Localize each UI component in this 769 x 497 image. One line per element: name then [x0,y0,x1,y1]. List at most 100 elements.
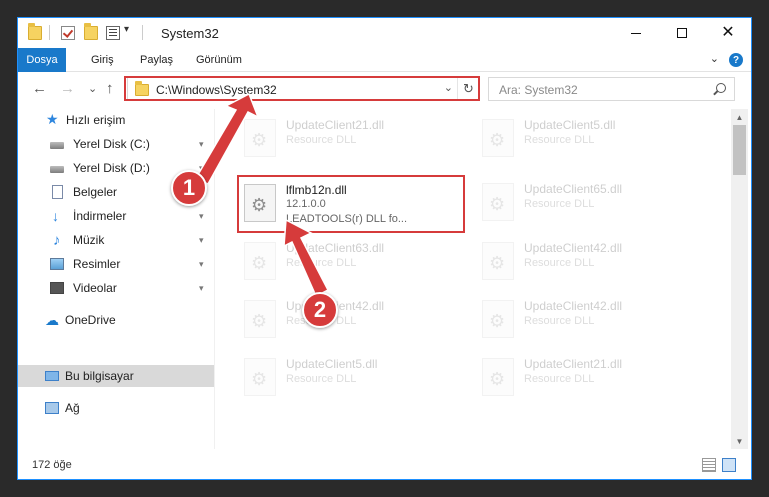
onedrive-icon: ☁ [45,312,59,328]
pin-icon: ▾ [199,139,204,149]
recent-locations-button[interactable]: ⌄ [88,82,97,95]
help-icon[interactable]: ? [729,53,743,67]
scroll-down-arrow-icon[interactable]: ▼ [731,433,748,449]
pin-icon: ▾ [199,259,204,269]
tab-file[interactable]: Dosya [18,48,66,72]
sidebar-item-local-disk-c[interactable]: Yerel Disk (C:) ▾ [18,133,214,155]
sidebar-item-label: Yerel Disk (D:) [73,161,150,175]
sidebar-item-label: Yerel Disk (C:) [73,137,150,151]
sidebar-item-quick-access[interactable]: ★ Hızlı erişim [18,109,214,131]
large-icons-view-icon[interactable] [722,458,736,472]
sidebar-item-label: Belgeler [73,185,118,199]
dll-file-icon [244,358,276,396]
network-icon [45,402,59,414]
title-bar: ▾ System32 ✕ [18,18,751,48]
tab-view[interactable]: Görünüm [196,54,242,66]
close-icon: ✕ [721,24,735,41]
ribbon: Dosya Giriş Paylaş Görünüm ⌄ ? [18,48,751,72]
file-name: UpdateClient63.dll [286,241,385,255]
drive-icon [50,166,64,173]
music-icon: ♪ [53,232,61,249]
pin-icon: ▾ [199,283,204,293]
tab-share[interactable]: Paylaş [140,54,173,66]
file-type: Resource DLL [524,198,595,210]
file-name: UpdateClient5.dll [524,118,616,132]
file-item[interactable]: UpdateClient21.dll Resource DLL [238,113,468,161]
search-box[interactable]: Ara: System32 [488,77,735,101]
expand-ribbon-icon[interactable]: ⌄ [710,52,719,65]
close-button[interactable]: ✕ [705,18,751,48]
dll-file-icon [482,183,514,221]
file-name: UpdateClient21.dll [524,357,623,371]
file-type: Resource DLL [524,134,595,146]
file-name: UpdateClient42.dll [524,241,623,255]
this-pc-icon [45,371,59,381]
drive-icon [50,142,64,149]
file-type: Resource DLL [524,315,595,327]
sidebar-item-onedrive[interactable]: ☁ OneDrive [18,309,214,331]
navigation-pane: ★ Hızlı erişim Yerel Disk (C:) ▾ Yerel D… [18,109,214,449]
sidebar-item-label: Hızlı erişim [66,113,126,127]
file-item[interactable]: UpdateClient5.dll Resource DLL [238,352,468,400]
scroll-thumb[interactable] [733,125,746,175]
pin-icon: ▾ [199,235,204,245]
up-button[interactable]: ↑ [106,80,114,97]
videos-icon [50,282,64,294]
file-item[interactable]: UpdateClient63.dll Resource DLL [238,236,468,284]
sidebar-item-label: Ağ [65,401,80,415]
customize-quick-access-icon[interactable] [106,26,120,40]
quick-access-dropdown[interactable]: ▾ [124,24,129,35]
new-folder-icon[interactable] [84,23,98,40]
sidebar-item-label: Müzik [73,233,105,247]
file-type: Resource DLL [524,373,595,385]
pictures-icon [50,258,64,270]
dll-file-icon [482,358,514,396]
tab-home[interactable]: Giriş [91,54,114,66]
pane-divider[interactable] [214,109,215,449]
sidebar-item-label: Bu bilgisayar [65,369,134,383]
folder-icon [28,23,42,40]
file-explorer-window: ▾ System32 ✕ Dosya Giriş Paylaş Görünüm … [17,17,752,480]
sidebar-item-videos[interactable]: Videolar ▾ [18,277,214,299]
downloads-icon: ↓ [52,208,59,224]
sidebar-item-label: OneDrive [65,313,116,327]
sidebar-item-pictures[interactable]: Resimler ▾ [18,253,214,275]
pin-icon: ▾ [199,211,204,221]
file-type: Resource DLL [286,257,357,269]
maximize-icon [677,28,687,38]
properties-check-icon[interactable] [61,26,75,40]
sidebar-item-network[interactable]: Ağ [18,397,214,419]
dll-file-icon [244,119,276,157]
sidebar-item-this-pc[interactable]: Bu bilgisayar [18,365,214,387]
sidebar-item-downloads[interactable]: ↓ İndirmeler ▾ [18,205,214,227]
file-item[interactable]: UpdateClient21.dll Resource DLL [476,352,706,400]
sidebar-item-music[interactable]: ♪ Müzik ▾ [18,229,214,251]
maximize-button[interactable] [659,18,705,48]
file-item[interactable]: UpdateClient42.dll Resource DLL [238,294,468,342]
file-item[interactable]: UpdateClient65.dll Resource DLL [476,177,706,225]
details-view-icon[interactable] [702,458,716,472]
back-button[interactable]: ← [32,80,47,97]
star-icon: ★ [46,111,59,127]
search-icon[interactable] [716,83,726,93]
address-highlight-box [124,76,480,101]
file-name: UpdateClient42.dll [524,299,623,313]
dll-file-icon [244,242,276,280]
file-item[interactable]: UpdateClient5.dll Resource DLL [476,113,706,161]
file-type: Resource DLL [286,373,357,385]
file-name: UpdateClient21.dll [286,118,385,132]
status-bar: 172 öğe [18,454,751,479]
minimize-button[interactable] [613,18,659,48]
vertical-scrollbar[interactable]: ▲ ▼ [731,109,748,449]
forward-button[interactable]: → [60,80,75,97]
dll-file-icon [244,300,276,338]
minimize-icon [631,32,641,34]
sidebar-item-label: Videolar [73,281,117,295]
dll-file-icon [482,119,514,157]
file-item[interactable]: UpdateClient42.dll Resource DLL [476,294,706,342]
annotation-marker-1: 1 [171,170,207,206]
pin-icon: ▾ [199,163,204,173]
file-item[interactable]: UpdateClient42.dll Resource DLL [476,236,706,284]
scroll-up-arrow-icon[interactable]: ▲ [731,109,748,125]
item-count: 172 öğe [32,459,72,471]
